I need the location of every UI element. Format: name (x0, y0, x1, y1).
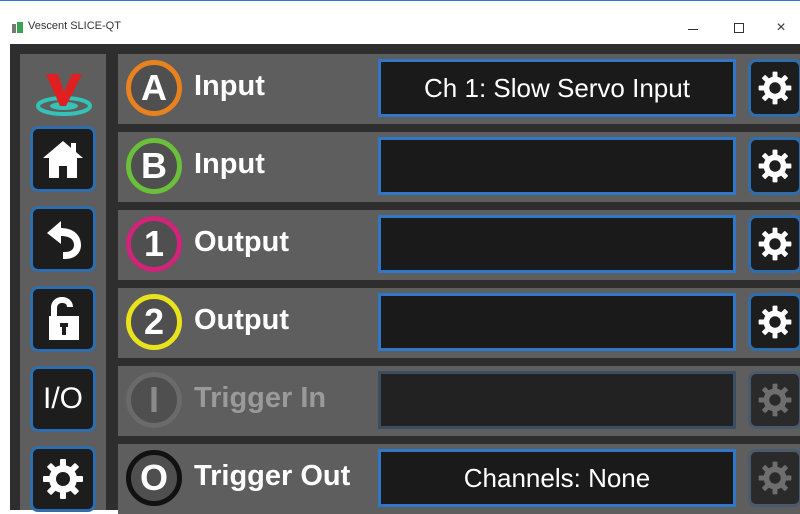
channel-row: O Trigger Out Channels: None (118, 444, 800, 514)
minimize-button[interactable] (670, 11, 716, 45)
gear-icon (758, 227, 792, 261)
channel-badge: 2 (126, 294, 182, 350)
close-button[interactable]: × (762, 11, 800, 45)
channel-label: Trigger Out (194, 460, 351, 492)
channel-value-field[interactable] (378, 371, 736, 429)
channel-badge: B (126, 138, 182, 194)
badge-letter: 2 (143, 301, 165, 342)
settings-gear-icon (43, 459, 83, 499)
channel-value-field[interactable] (378, 137, 736, 195)
channel-label: Input (194, 70, 265, 102)
channel-settings-button[interactable] (748, 293, 800, 351)
channel-badge: A (126, 60, 182, 116)
channel-row: 2 Output (118, 288, 800, 358)
channel-value-field[interactable] (378, 293, 736, 351)
channel-settings-button[interactable] (748, 137, 800, 195)
gear-icon (758, 149, 792, 183)
badge-letter: A (141, 67, 167, 108)
unlock-button[interactable] (30, 286, 96, 352)
sidebar: I/O (20, 54, 106, 512)
channel-value-field[interactable]: Ch 1: Slow Servo Input (378, 59, 736, 117)
channel-row: I Trigger In (118, 366, 800, 436)
io-button[interactable]: I/O (30, 366, 96, 432)
channel-settings-button[interactable] (748, 59, 800, 117)
badge-letter: 1 (143, 223, 165, 264)
channel-settings-button[interactable] (748, 371, 800, 429)
back-icon (47, 221, 81, 259)
app-icon (12, 22, 24, 34)
badge-letter: O (139, 457, 168, 498)
gear-icon (758, 305, 792, 339)
unlock-icon (49, 297, 79, 340)
title-bar: Vescent SLICE-QT × (0, 0, 800, 44)
channel-label: Output (194, 304, 290, 336)
channel-row: B Input (118, 132, 800, 202)
channel-settings-button[interactable] (748, 215, 800, 273)
settings-button[interactable] (30, 446, 96, 512)
channel-badge: O (126, 450, 182, 506)
channel-value-field[interactable] (378, 215, 736, 273)
channel-settings-button[interactable] (748, 449, 800, 507)
gear-icon (758, 71, 792, 105)
window-title: Vescent SLICE-QT (28, 20, 121, 32)
channel-label: Trigger In (194, 382, 327, 414)
home-icon (43, 141, 83, 178)
channel-row: A Input Ch 1: Slow Servo Input (118, 54, 800, 124)
gear-icon (758, 383, 792, 417)
badge-letter: I (148, 379, 159, 420)
channel-label: Output (194, 226, 290, 258)
home-button[interactable] (30, 126, 96, 192)
maximize-button[interactable] (716, 11, 762, 45)
back-button[interactable] (30, 206, 96, 272)
badge-letter: B (141, 145, 167, 186)
vescent-logo-icon[interactable] (32, 68, 96, 118)
channel-badge: I (126, 372, 182, 428)
app-body: I/O A Input Ch 1: Slow Servo Input B Inp… (10, 44, 800, 514)
channel-row: 1 Output (118, 210, 800, 280)
io-label: I/O (42, 382, 83, 415)
channel-label: Input (194, 148, 265, 180)
channel-value-field[interactable]: Channels: None (378, 449, 736, 507)
gear-icon (758, 461, 792, 495)
channel-badge: 1 (126, 216, 182, 272)
